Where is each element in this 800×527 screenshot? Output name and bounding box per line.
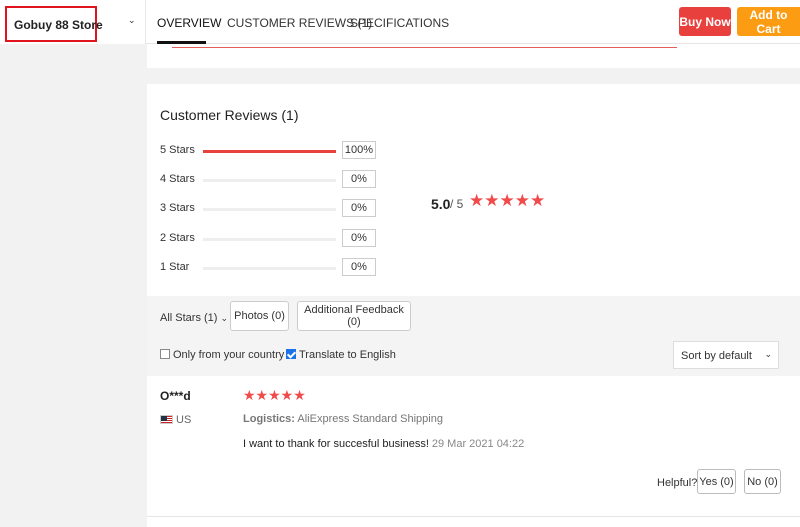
reviewer-country: US <box>160 414 191 426</box>
rating-bar <box>203 179 336 182</box>
average-rating: 5.0 <box>431 196 451 212</box>
us-flag-icon <box>160 415 173 424</box>
rating-percent: 0% <box>342 258 376 276</box>
sort-dropdown[interactable]: Sort by default ⌄ <box>673 341 779 369</box>
review-filters: All Stars (1) ⌄ Photos (0) Additional Fe… <box>147 296 800 376</box>
sort-label: Sort by default <box>681 350 752 362</box>
review-text: I want to thank for succesful business! <box>243 438 429 450</box>
rating-label: 1 Star <box>160 261 190 273</box>
rating-label: 4 Stars <box>160 173 195 185</box>
checkbox-box[interactable] <box>160 349 170 359</box>
review-stars-icon: ★★★★★ <box>243 387 306 403</box>
checkbox-box[interactable] <box>286 349 296 359</box>
divider <box>147 516 800 517</box>
logistics-info: Logistics: AliExpress Standard Shipping <box>243 413 443 425</box>
chevron-down-icon: ⌄ <box>220 313 229 323</box>
rating-bar <box>203 267 336 270</box>
rating-bar <box>203 208 336 211</box>
helpful-yes-button[interactable]: Yes (0) <box>697 469 736 494</box>
rating-bar <box>203 150 336 153</box>
rating-label: 3 Stars <box>160 202 195 214</box>
rating-row-1[interactable]: 1 Star 0% <box>160 258 400 278</box>
checkbox-label: Only from your country <box>173 349 285 361</box>
only-from-country-checkbox[interactable]: Only from your country <box>160 349 284 361</box>
checkbox-label: Translate to English <box>299 349 396 361</box>
rating-percent: 0% <box>342 199 376 217</box>
additional-feedback-button[interactable]: Additional Feedback (0) <box>297 301 411 331</box>
add-to-cart-button[interactable]: Add to Cart <box>737 7 800 36</box>
review-text-row: I want to thank for succesful business! 2… <box>243 438 524 450</box>
all-stars-dropdown[interactable]: All Stars (1) ⌄ <box>160 312 228 324</box>
store-selector[interactable]: Gobuy 88 Store ⌄ <box>0 0 146 44</box>
top-bar: Gobuy 88 Store ⌄ OVERVIEW CUSTOMER REVIE… <box>0 0 800 44</box>
tab-overview[interactable]: OVERVIEW <box>157 16 221 30</box>
reviews-title: Customer Reviews (1) <box>160 107 299 123</box>
divider <box>172 47 677 48</box>
logistics-label: Logistics: <box>243 413 295 425</box>
rating-label: 2 Stars <box>160 232 195 244</box>
average-stars-icon: ★★★★★ <box>469 191 546 210</box>
helpful-label: Helpful? <box>657 477 698 489</box>
review-date: 29 Mar 2021 04:22 <box>431 438 525 450</box>
rating-scale: / 5 <box>450 197 464 211</box>
helpful-no-button[interactable]: No (0) <box>744 469 781 494</box>
store-name[interactable]: Gobuy 88 Store <box>5 6 103 42</box>
chevron-down-icon: ⌄ <box>764 349 772 359</box>
country-code: US <box>176 414 192 426</box>
reviewer-name: O***d <box>160 389 191 403</box>
rating-row-5[interactable]: 5 Stars 100% <box>160 141 400 161</box>
rating-label: 5 Stars <box>160 144 195 156</box>
overview-card <box>147 44 800 68</box>
rating-row-2[interactable]: 2 Stars 0% <box>160 229 400 249</box>
rating-bar-fill <box>203 150 336 153</box>
rating-percent: 0% <box>342 229 376 247</box>
rating-percent: 0% <box>342 170 376 188</box>
photos-filter-button[interactable]: Photos (0) <box>230 301 289 331</box>
rating-percent: 100% <box>342 141 376 159</box>
tab-specifications[interactable]: SPECIFICATIONS <box>350 16 449 30</box>
rating-row-3[interactable]: 3 Stars 0% <box>160 199 400 219</box>
customer-reviews-section: Customer Reviews (1) 5 Stars 100% 4 Star… <box>147 84 800 527</box>
all-stars-label: All Stars (1) <box>160 312 218 324</box>
chevron-down-icon[interactable]: ⌄ <box>128 15 136 26</box>
rating-row-4[interactable]: 4 Stars 0% <box>160 170 400 190</box>
buy-now-button[interactable]: Buy Now <box>679 7 731 36</box>
logistics-value: AliExpress Standard Shipping <box>297 413 443 425</box>
rating-bar <box>203 238 336 241</box>
translate-checkbox[interactable]: Translate to English <box>286 349 396 361</box>
